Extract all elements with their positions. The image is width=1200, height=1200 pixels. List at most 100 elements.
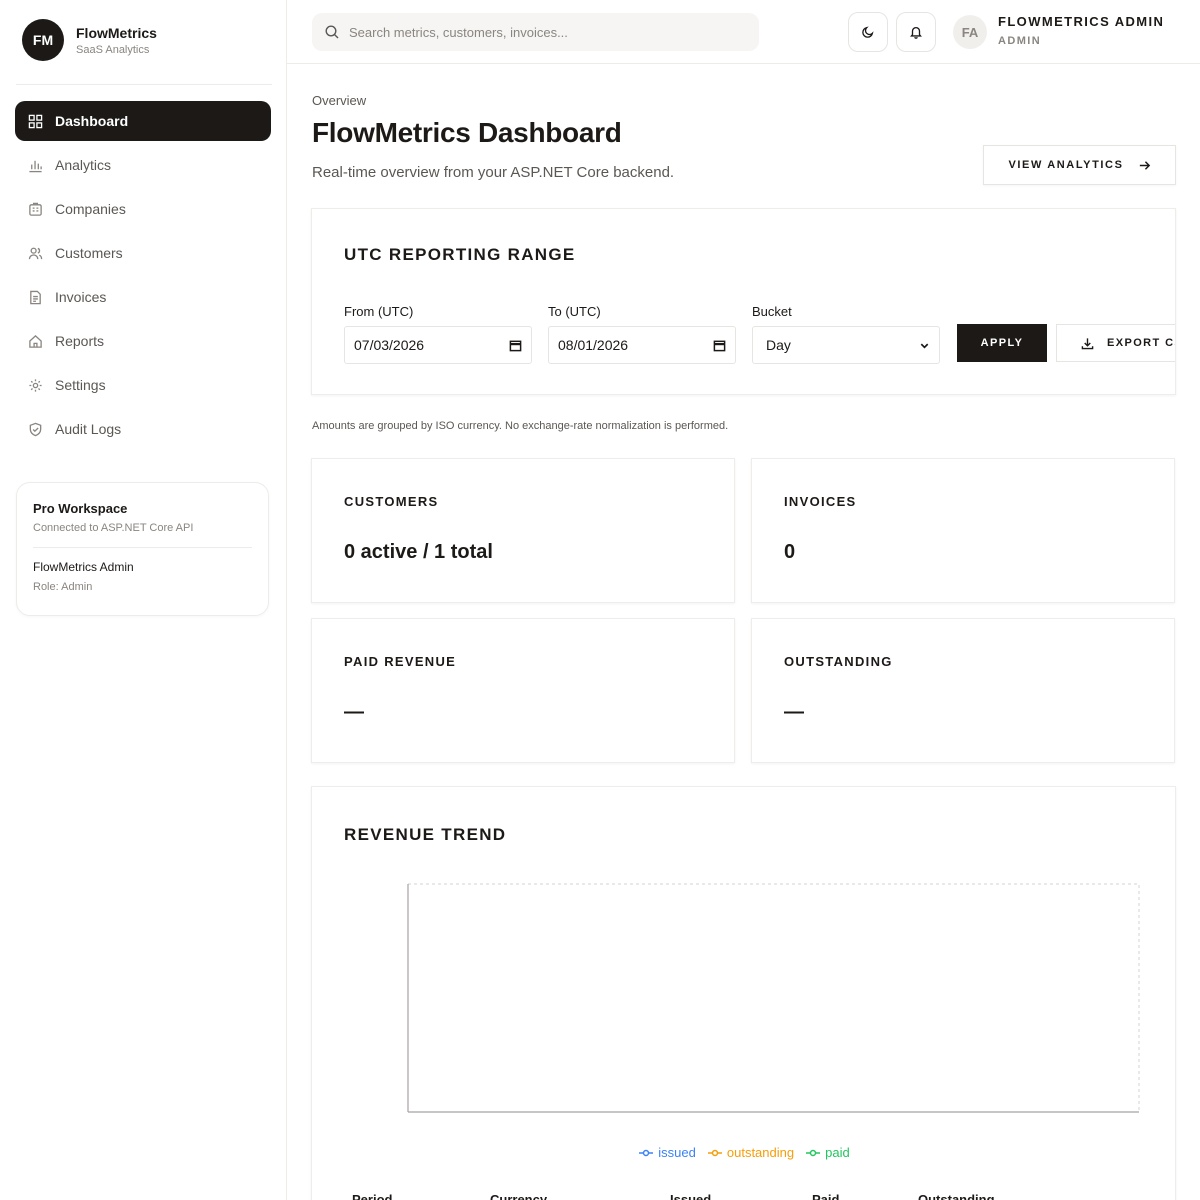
building-icon [27, 201, 43, 217]
reporting-range-card: UTC REPORTING RANGE From (UTC) 07/03/202… [311, 208, 1176, 395]
workspace-user: FlowMetrics Admin [33, 560, 134, 574]
search-input[interactable] [349, 24, 749, 40]
user-name[interactable]: FLOWMETRICS ADMIN [998, 14, 1164, 29]
customers-label: CUSTOMERS [344, 494, 439, 509]
currency-note: Amounts are grouped by ISO currency. No … [312, 420, 729, 432]
outstanding-value: — [784, 701, 804, 723]
search-icon [324, 24, 340, 40]
outstanding-label: OUTSTANDING [784, 654, 893, 669]
bucket-select[interactable]: Day [752, 326, 940, 364]
revenue-trend-chart [407, 883, 1140, 1113]
workspace-subtitle: Connected to ASP.NET Core API [33, 522, 194, 534]
sidebar-item-customers[interactable]: Customers [15, 233, 271, 273]
sidebar: FM FlowMetrics SaaS Analytics Dashboard … [0, 0, 287, 1200]
revenue-trend-card: REVENUE TREND issued outstanding paid Pe… [311, 786, 1176, 1200]
customers-value: 0 active / 1 total [344, 541, 493, 563]
moon-icon [861, 25, 875, 39]
paid-revenue-label: PAID REVENUE [344, 654, 457, 669]
sidebar-item-companies[interactable]: Companies [15, 189, 271, 229]
workspace-divider [33, 547, 252, 548]
brand-logo: FM [22, 19, 64, 61]
table-header-paid[interactable]: Paid [812, 1192, 839, 1200]
theme-toggle-button[interactable] [848, 12, 888, 52]
table-header-period[interactable]: Period [352, 1192, 392, 1200]
notifications-button[interactable] [896, 12, 936, 52]
sidebar-item-settings[interactable]: Settings [15, 365, 271, 405]
sidebar-item-reports[interactable]: Reports [15, 321, 271, 361]
export-csv-label: EXPORT CSV [1107, 337, 1175, 349]
user-role: ADMIN [998, 35, 1042, 47]
view-analytics-label: VIEW ANALYTICS [1008, 159, 1124, 171]
to-date-input[interactable]: 08/01/2026 [548, 326, 736, 364]
main-content: Overview FlowMetrics Dashboard Real-time… [287, 65, 1200, 1200]
breadcrumb: Overview [312, 93, 367, 108]
to-date-value: 08/01/2026 [558, 337, 629, 353]
sidebar-item-audit-logs[interactable]: Audit Logs [15, 409, 271, 449]
legend-item-issued[interactable]: issued [639, 1145, 696, 1160]
customers-stat-card: CUSTOMERS 0 active / 1 total [311, 458, 735, 603]
gear-icon [27, 377, 43, 393]
from-date-value: 07/03/2026 [354, 337, 425, 353]
table-header-outstanding[interactable]: Outstanding [918, 1192, 995, 1200]
chart-legend: issued outstanding paid [312, 1145, 1177, 1160]
grid-icon [27, 113, 43, 129]
export-csv-button[interactable]: EXPORT CSV [1056, 324, 1175, 362]
brand-name: FlowMetrics [76, 24, 157, 41]
sidebar-item-label: Customers [55, 245, 123, 261]
sidebar-item-label: Settings [55, 377, 106, 393]
page-subtitle: Real-time overview from your ASP.NET Cor… [312, 164, 675, 181]
legend-label: outstanding [726, 1145, 795, 1160]
page-title: FlowMetrics Dashboard [312, 117, 622, 148]
to-label: To (UTC) [548, 304, 601, 319]
users-icon [27, 245, 43, 261]
outstanding-stat-card: OUTSTANDING — [751, 618, 1175, 763]
sidebar-nav: Dashboard Analytics Companies Customers … [15, 101, 271, 453]
calendar-icon[interactable] [509, 339, 522, 352]
sidebar-item-label: Analytics [55, 157, 112, 173]
sidebar-item-label: Audit Logs [55, 421, 122, 437]
legend-item-outstanding[interactable]: outstanding [707, 1145, 795, 1160]
sidebar-item-label: Reports [55, 333, 105, 349]
table-header-issued[interactable]: Issued [670, 1192, 711, 1200]
download-icon [1081, 337, 1094, 350]
legend-label: issued [658, 1145, 696, 1160]
from-label: From (UTC) [344, 304, 414, 319]
legend-item-paid[interactable]: paid [806, 1145, 850, 1160]
apply-button[interactable]: APPLY [957, 324, 1047, 362]
invoices-label: INVOICES [784, 494, 857, 509]
bar-chart-icon [27, 157, 43, 173]
invoices-stat-card: INVOICES 0 [751, 458, 1175, 603]
sidebar-item-dashboard[interactable]: Dashboard [15, 101, 271, 141]
brand[interactable]: FM FlowMetrics SaaS Analytics [22, 19, 157, 61]
calendar-icon[interactable] [713, 339, 726, 352]
search-box[interactable] [312, 13, 759, 51]
avatar[interactable]: FA [953, 15, 987, 49]
file-icon [27, 289, 43, 305]
bell-icon [909, 25, 923, 39]
workspace-title: Pro Workspace [33, 501, 128, 516]
reporting-range-title: UTC REPORTING RANGE [344, 245, 576, 264]
sidebar-item-analytics[interactable]: Analytics [15, 145, 271, 185]
brand-subtitle: SaaS Analytics [76, 43, 150, 56]
topbar: FA FLOWMETRICS ADMIN ADMIN [287, 0, 1200, 64]
legend-issued-marker [639, 1149, 654, 1156]
legend-paid-marker [806, 1149, 821, 1156]
sidebar-item-label: Invoices [55, 289, 107, 305]
sidebar-item-label: Dashboard [55, 113, 129, 129]
sidebar-divider [16, 84, 272, 85]
from-date-input[interactable]: 07/03/2026 [344, 326, 532, 364]
legend-outstanding-marker [707, 1149, 722, 1156]
workspace-role: Role: Admin [33, 581, 93, 593]
sidebar-item-invoices[interactable]: Invoices [15, 277, 271, 317]
home-icon [27, 333, 43, 349]
view-analytics-button[interactable]: VIEW ANALYTICS [983, 145, 1176, 185]
table-header-currency[interactable]: Currency [490, 1192, 547, 1200]
bucket-label: Bucket [752, 304, 792, 319]
shield-icon [27, 421, 43, 437]
chart-plot-area [407, 883, 1140, 1113]
chevron-down-icon [919, 340, 930, 351]
legend-label: paid [825, 1145, 850, 1160]
sidebar-item-label: Companies [55, 201, 126, 217]
bucket-value: Day [766, 337, 791, 353]
paid-revenue-value: — [344, 701, 364, 723]
